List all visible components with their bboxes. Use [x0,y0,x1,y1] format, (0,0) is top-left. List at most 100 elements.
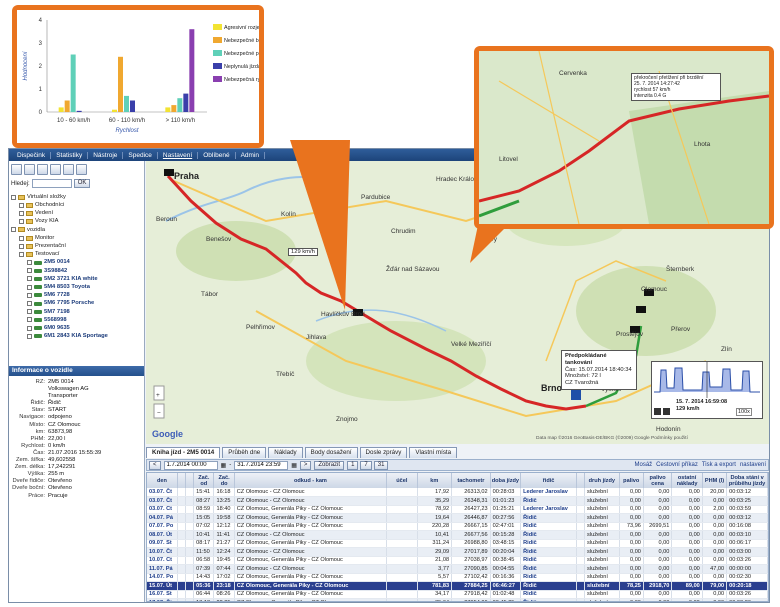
column-header[interactable]: Doba stání v průběhu jízdy [726,473,768,488]
table-row[interactable]: 07.07. Po 07:02 12:12 CZ Olomouc, Generála … [147,522,768,531]
tab-1[interactable]: Průběh dne [222,447,267,458]
stop-button[interactable] [663,408,670,415]
column-header[interactable] [576,473,586,488]
column-header[interactable]: ostatní náklady [671,473,703,488]
column-header[interactable]: odkud - kam [234,473,388,488]
menu-item-0[interactable]: Dispečink [12,151,52,159]
tree-checkbox[interactable] [19,251,24,257]
toolbar-map-button[interactable] [50,164,61,175]
grid-action[interactable]: Cestovní příkaz [656,462,698,468]
tree-checkbox[interactable] [19,235,24,241]
table-row[interactable]: 14.07. Po 14:43 17:02 CZ Olomouc, Generála … [147,573,768,582]
toolbar-settings-button[interactable] [76,164,87,175]
tree-item[interactable]: Monitor [11,234,141,242]
table-row[interactable]: 09.07. St 08:17 21:27 CZ Olomouc, Generála … [147,539,768,548]
table-row[interactable]: 16.07. St 06:44 08:26 CZ Olomouc, Generála … [147,590,768,599]
tree-item[interactable]: 6M1 2843 KIA Sportage [11,332,141,340]
tree-checkbox[interactable] [19,202,24,208]
calendar-icon[interactable]: ▦ [291,462,297,469]
tree-item[interactable]: Vedení [11,209,141,217]
table-row[interactable]: 04.07. Pá 15:05 19:58 CZ Olomouc, Generála … [147,513,768,523]
menu-item-6[interactable]: Admin [236,151,266,159]
tree-checkbox[interactable] [11,227,16,233]
tab-0[interactable]: Kniha jízd - 2M5 0014 [146,447,221,458]
page-button[interactable]: 31 [373,460,389,470]
next-button[interactable]: > [299,460,312,470]
tree-item[interactable]: vozidla [11,226,141,234]
toolbar-car-button[interactable] [24,164,35,175]
play-button[interactable] [654,408,661,415]
table-row[interactable]: 03.07. Čt 08:27 13:25 CZ Olomouc - CZ Olomo… [147,496,768,506]
search-ok-button[interactable]: OK [73,179,91,188]
date-from-input[interactable] [163,460,218,470]
tab-5[interactable]: Vlastní místa [409,447,458,458]
column-header[interactable]: tachometr [451,473,491,488]
tree-checkbox[interactable] [27,276,32,282]
toolbar-folder-button[interactable] [11,164,22,175]
menu-item-2[interactable]: Nástroje [88,151,124,159]
column-header[interactable]: den [147,473,178,488]
column-header[interactable]: doba jízdy [490,473,522,488]
tree-item[interactable]: 3S98842 [11,267,141,275]
tree-checkbox[interactable] [27,317,32,323]
column-header[interactable]: palivo [619,473,644,488]
calendar-icon[interactable]: ▦ [221,462,227,469]
tree-item[interactable]: 5M6 7795 Porsche [11,299,141,307]
search-input[interactable] [31,179,72,188]
date-to-input[interactable] [234,460,289,470]
tree-item[interactable]: Virtuální složky [11,193,141,201]
table-row[interactable]: 11.07. Pá 07:39 07:44 CZ Olomouc - CZ Olomo… [147,564,768,574]
table-row[interactable]: 10.07. Čt 06:58 19:45 CZ Olomouc, Generála … [147,556,768,565]
table-row[interactable]: 10.07. Čt 11:50 12:24 CZ Olomouc - CZ Olomo… [147,547,768,557]
tree-checkbox[interactable] [27,292,32,298]
tree-checkbox[interactable] [27,260,32,266]
toolbar-print-button[interactable] [63,164,74,175]
column-header[interactable]: řidič [520,473,577,488]
column-header[interactable]: Zač. do [213,473,235,488]
tree-checkbox[interactable] [27,268,32,274]
table-row[interactable]: 03.07. Čt 15:41 16:18 CZ Olomouc - CZ Olomo… [147,488,768,497]
tree-checkbox[interactable] [19,210,24,216]
tree-item[interactable]: 5M4 8503 Toyota [11,283,141,291]
tree-checkbox[interactable] [19,219,24,225]
tab-4[interactable]: Dosle zprávy [359,447,408,458]
prev-button[interactable]: < [149,460,161,470]
grid-action[interactable]: Tisk a export [702,462,736,468]
table-row[interactable]: 03.07. Čt 08:59 18:40 CZ Olomouc, Generála … [147,505,768,514]
menu-item-1[interactable]: Statistiky [51,151,89,159]
tree-checkbox[interactable] [27,309,32,315]
menu-item-3[interactable]: Spedice [123,151,158,159]
tree-item[interactable]: Prezentační [11,242,141,250]
toolbar-list-button[interactable] [37,164,48,175]
grid-action[interactable]: Mosáž [634,462,652,468]
column-header[interactable] [177,473,187,488]
page-button[interactable]: 7 [360,460,372,470]
tree-item[interactable]: Testovací [11,250,141,258]
tree-checkbox[interactable] [27,284,32,290]
grid-action[interactable]: nastavení [740,462,766,468]
show-button[interactable]: Zobrazit [314,460,345,470]
column-header[interactable]: Zač. od [193,473,215,488]
column-header[interactable] [185,473,195,488]
column-header[interactable]: účel [386,473,418,488]
tree-item[interactable]: 5568998 [11,316,141,324]
tree-item[interactable]: Vozy KIA [11,218,141,226]
tree-item[interactable]: 5M6 7728 [11,291,141,299]
tree-checkbox[interactable] [27,325,32,331]
tree-item[interactable]: 5M2 3721 KIA white [11,275,141,283]
tab-3[interactable]: Body dosažení [304,447,358,458]
column-header[interactable]: km [417,473,453,488]
column-header[interactable]: PHM (l) [702,473,728,488]
menu-item-5[interactable]: Oblíbené [198,151,236,159]
table-row[interactable]: 15.07. Út 05:36 23:18 CZ Olomouc, Generála … [147,581,768,591]
playback-zoom[interactable]: 100x [736,408,752,416]
tab-2[interactable]: Náklady [268,447,303,458]
table-row[interactable]: 17.07. Čt 13:1822:25CZ Olomouc, Generála … [147,598,768,601]
column-header[interactable]: druh jízdy [584,473,620,488]
table-row[interactable]: 08.07. Út 10:41 11:41 CZ Olomouc - CZ Olomo… [147,530,768,540]
tree-item[interactable]: 6M0 9635 [11,324,141,332]
tree-checkbox[interactable] [27,333,32,339]
menu-item-4[interactable]: Nastavení [158,151,199,159]
tree-checkbox[interactable] [27,301,32,307]
page-button[interactable]: 1 [347,460,359,470]
